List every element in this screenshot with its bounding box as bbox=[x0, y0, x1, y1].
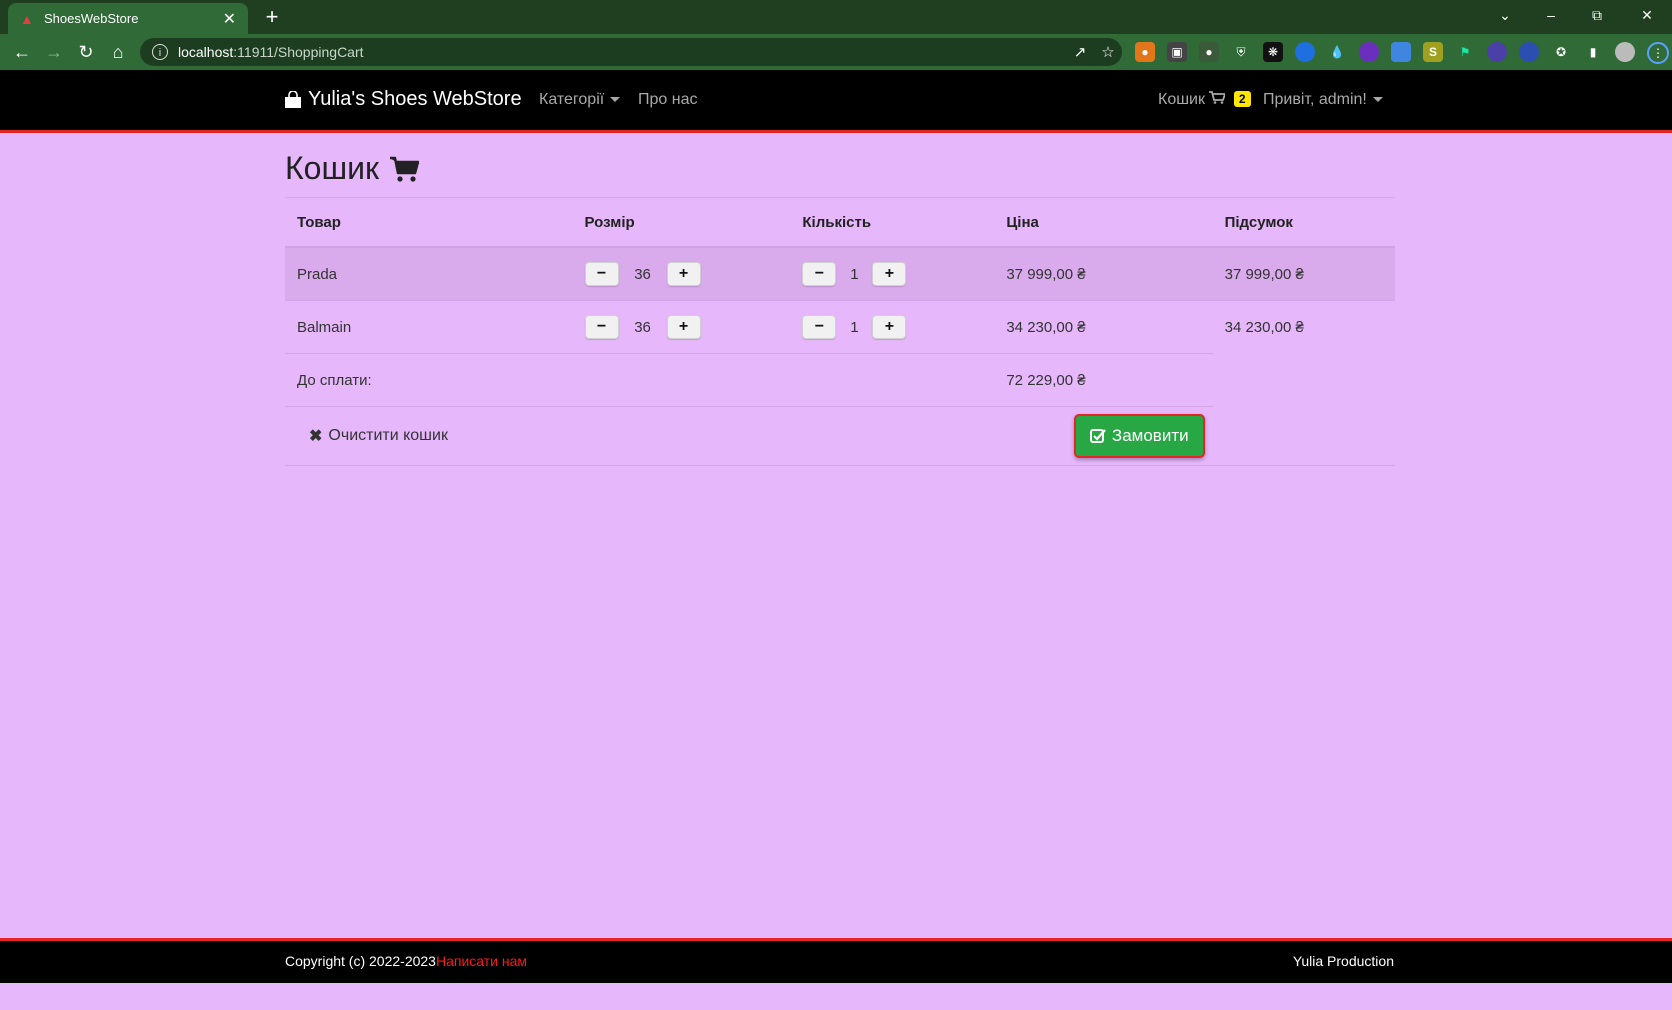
browser-toolbar: ← → ↻ ⌂ i localhost:11911/ShoppingCart ↗… bbox=[0, 34, 1672, 70]
empty-cell bbox=[1212, 406, 1395, 466]
empty-cell bbox=[1213, 354, 1395, 407]
contact-link[interactable]: Написати нам bbox=[436, 953, 527, 969]
metamask-extension-icon[interactable]: ● bbox=[1135, 42, 1155, 62]
quantity-decrease-button[interactable]: − bbox=[802, 262, 837, 286]
size-value: 36 bbox=[634, 265, 651, 283]
address-bar[interactable]: i localhost:11911/ShoppingCart ↗ ☆ bbox=[140, 38, 1122, 66]
user-dropdown[interactable]: Привіт, admin! bbox=[1263, 91, 1383, 109]
total-row: До сплати: 72 229,00 ₴ bbox=[285, 353, 1395, 407]
new-tab-icon[interactable]: + bbox=[258, 3, 286, 31]
column-header: Кількість bbox=[790, 197, 995, 248]
page-title: Кошик bbox=[285, 150, 419, 187]
size-increase-button[interactable]: + bbox=[666, 262, 701, 286]
url-text: localhost:11911/ShoppingCart bbox=[178, 44, 364, 60]
x-icon: ✖ bbox=[309, 428, 323, 445]
quantity-increase-button[interactable]: + bbox=[872, 262, 907, 286]
actions-row: ✖ Очистити кошик Замовити bbox=[285, 406, 1395, 466]
site-footer: Copyright (c) 2022-2023Написати нам Yuli… bbox=[0, 938, 1672, 983]
forward-icon[interactable]: → bbox=[42, 40, 66, 64]
size-stepper: − 36 + bbox=[572, 300, 791, 354]
clear-cell: ✖ Очистити кошик bbox=[285, 406, 995, 466]
quantity-stepper: − 1 + bbox=[790, 247, 995, 301]
size-decrease-button[interactable]: − bbox=[584, 315, 619, 339]
extension-icon[interactable]: ❋ bbox=[1263, 42, 1283, 62]
size-increase-button[interactable]: + bbox=[666, 315, 701, 339]
tab-search-icon[interactable]: ⌄ bbox=[1482, 0, 1528, 30]
cart-icon bbox=[1209, 91, 1229, 108]
extension-icon[interactable]: ⚑ bbox=[1455, 42, 1475, 62]
site-info-icon[interactable]: i bbox=[152, 44, 168, 60]
browser-tab[interactable]: ▲ ShoesWebStore ✕ bbox=[8, 3, 248, 34]
categories-dropdown[interactable]: Категорії bbox=[539, 91, 621, 109]
cart-table: Товар Розмір Кількість Ціна Підсумок Pra… bbox=[285, 197, 1395, 466]
extension-icon[interactable] bbox=[1359, 42, 1379, 62]
minimize-icon[interactable]: – bbox=[1528, 0, 1574, 30]
profile-avatar[interactable] bbox=[1615, 42, 1635, 62]
price-cell: 34 230,00 ₴ bbox=[994, 300, 1213, 354]
column-header: Ціна bbox=[994, 197, 1213, 248]
footer-production: Yulia Production bbox=[1292, 953, 1394, 969]
quantity-decrease-button[interactable]: − bbox=[802, 315, 837, 339]
puzzle-extensions-icon[interactable]: ✪ bbox=[1551, 42, 1571, 62]
order-cell: Замовити bbox=[994, 406, 1213, 466]
home-icon[interactable]: ⌂ bbox=[106, 40, 130, 64]
price-cell: 37 999,00 ₴ bbox=[994, 247, 1213, 301]
droplet-icon[interactable]: 💧 bbox=[1327, 42, 1347, 62]
extension-icon[interactable]: S bbox=[1423, 42, 1443, 62]
quantity-value: 1 bbox=[850, 265, 859, 283]
site-navbar: Yulia's Shoes WebStore Категорії Про нас… bbox=[0, 70, 1672, 133]
extension-icon[interactable] bbox=[1519, 42, 1539, 62]
order-button[interactable]: Замовити bbox=[1073, 414, 1205, 458]
reload-icon[interactable]: ↻ bbox=[74, 40, 98, 64]
quantity-value: 1 bbox=[850, 318, 859, 336]
product-name: Prada bbox=[285, 247, 573, 301]
cart-count-badge: 2 bbox=[1233, 91, 1251, 107]
subtotal-cell: 34 230,00 ₴ bbox=[1224, 318, 1304, 336]
brand-link[interactable]: Yulia's Shoes WebStore bbox=[284, 88, 522, 111]
cart-link[interactable]: Кошик 2 bbox=[1158, 91, 1251, 109]
column-header: Розмір bbox=[572, 197, 791, 248]
share-icon[interactable]: ↗ bbox=[1066, 43, 1094, 61]
table-header-row: Товар Розмір Кількість Ціна Підсумок bbox=[285, 197, 1395, 248]
tab-title: ShoesWebStore bbox=[44, 11, 139, 26]
close-tab-icon[interactable]: ✕ bbox=[223, 9, 236, 29]
column-header: Товар bbox=[285, 197, 573, 248]
shield-icon[interactable]: ⛨ bbox=[1231, 42, 1251, 62]
close-window-icon[interactable]: ✕ bbox=[1624, 0, 1670, 30]
caret-down-icon bbox=[610, 97, 621, 103]
extension-icon[interactable]: ▣ bbox=[1167, 42, 1187, 62]
extension-icon[interactable] bbox=[1391, 42, 1411, 62]
size-value: 36 bbox=[634, 318, 651, 336]
side-panel-icon[interactable]: ▮ bbox=[1583, 42, 1603, 62]
caret-down-icon bbox=[1372, 97, 1383, 103]
table-row: Balmain − 36 + − 1 + 34 230,00 ₴ 34 230,… bbox=[285, 300, 1395, 354]
back-icon[interactable]: ← bbox=[10, 40, 34, 64]
extension-icon[interactable]: ● bbox=[1199, 42, 1219, 62]
about-link[interactable]: Про нас bbox=[638, 91, 697, 109]
cart-icon bbox=[389, 156, 419, 182]
footer-copyright: Copyright (c) 2022-2023Написати нам bbox=[285, 953, 528, 969]
extension-icon[interactable] bbox=[1295, 42, 1315, 62]
table-row: Prada − 36 + − 1 + 37 999,00 ₴ 37 999,00… bbox=[285, 247, 1395, 301]
total-label: До сплати: bbox=[285, 353, 995, 407]
clear-cart-link[interactable]: ✖ Очистити кошик bbox=[309, 426, 448, 446]
column-header: Підсумок bbox=[1212, 197, 1395, 248]
quantity-increase-button[interactable]: + bbox=[872, 315, 907, 339]
shoe-favicon-icon: ▲ bbox=[20, 10, 34, 27]
menu-kebab-icon[interactable]: ⋮ bbox=[1647, 42, 1669, 64]
checkbox-icon bbox=[1089, 429, 1106, 443]
total-value: 72 229,00 ₴ bbox=[994, 353, 1213, 407]
brand-text: Yulia's Shoes WebStore bbox=[308, 88, 522, 110]
bookmark-star-icon[interactable]: ☆ bbox=[1094, 43, 1122, 61]
browser-tabbar: ▲ ShoesWebStore ✕ + ⌄ – ⧉ ✕ bbox=[0, 0, 1672, 34]
restore-icon[interactable]: ⧉ bbox=[1574, 0, 1620, 30]
size-decrease-button[interactable]: − bbox=[584, 262, 619, 286]
quantity-stepper: − 1 + bbox=[790, 300, 995, 354]
size-stepper: − 36 + bbox=[572, 247, 791, 301]
shopping-bag-icon bbox=[285, 90, 301, 108]
product-name: Balmain bbox=[285, 300, 573, 354]
extension-icon[interactable] bbox=[1487, 42, 1507, 62]
subtotal-cell: 37 999,00 ₴ bbox=[1212, 247, 1395, 301]
